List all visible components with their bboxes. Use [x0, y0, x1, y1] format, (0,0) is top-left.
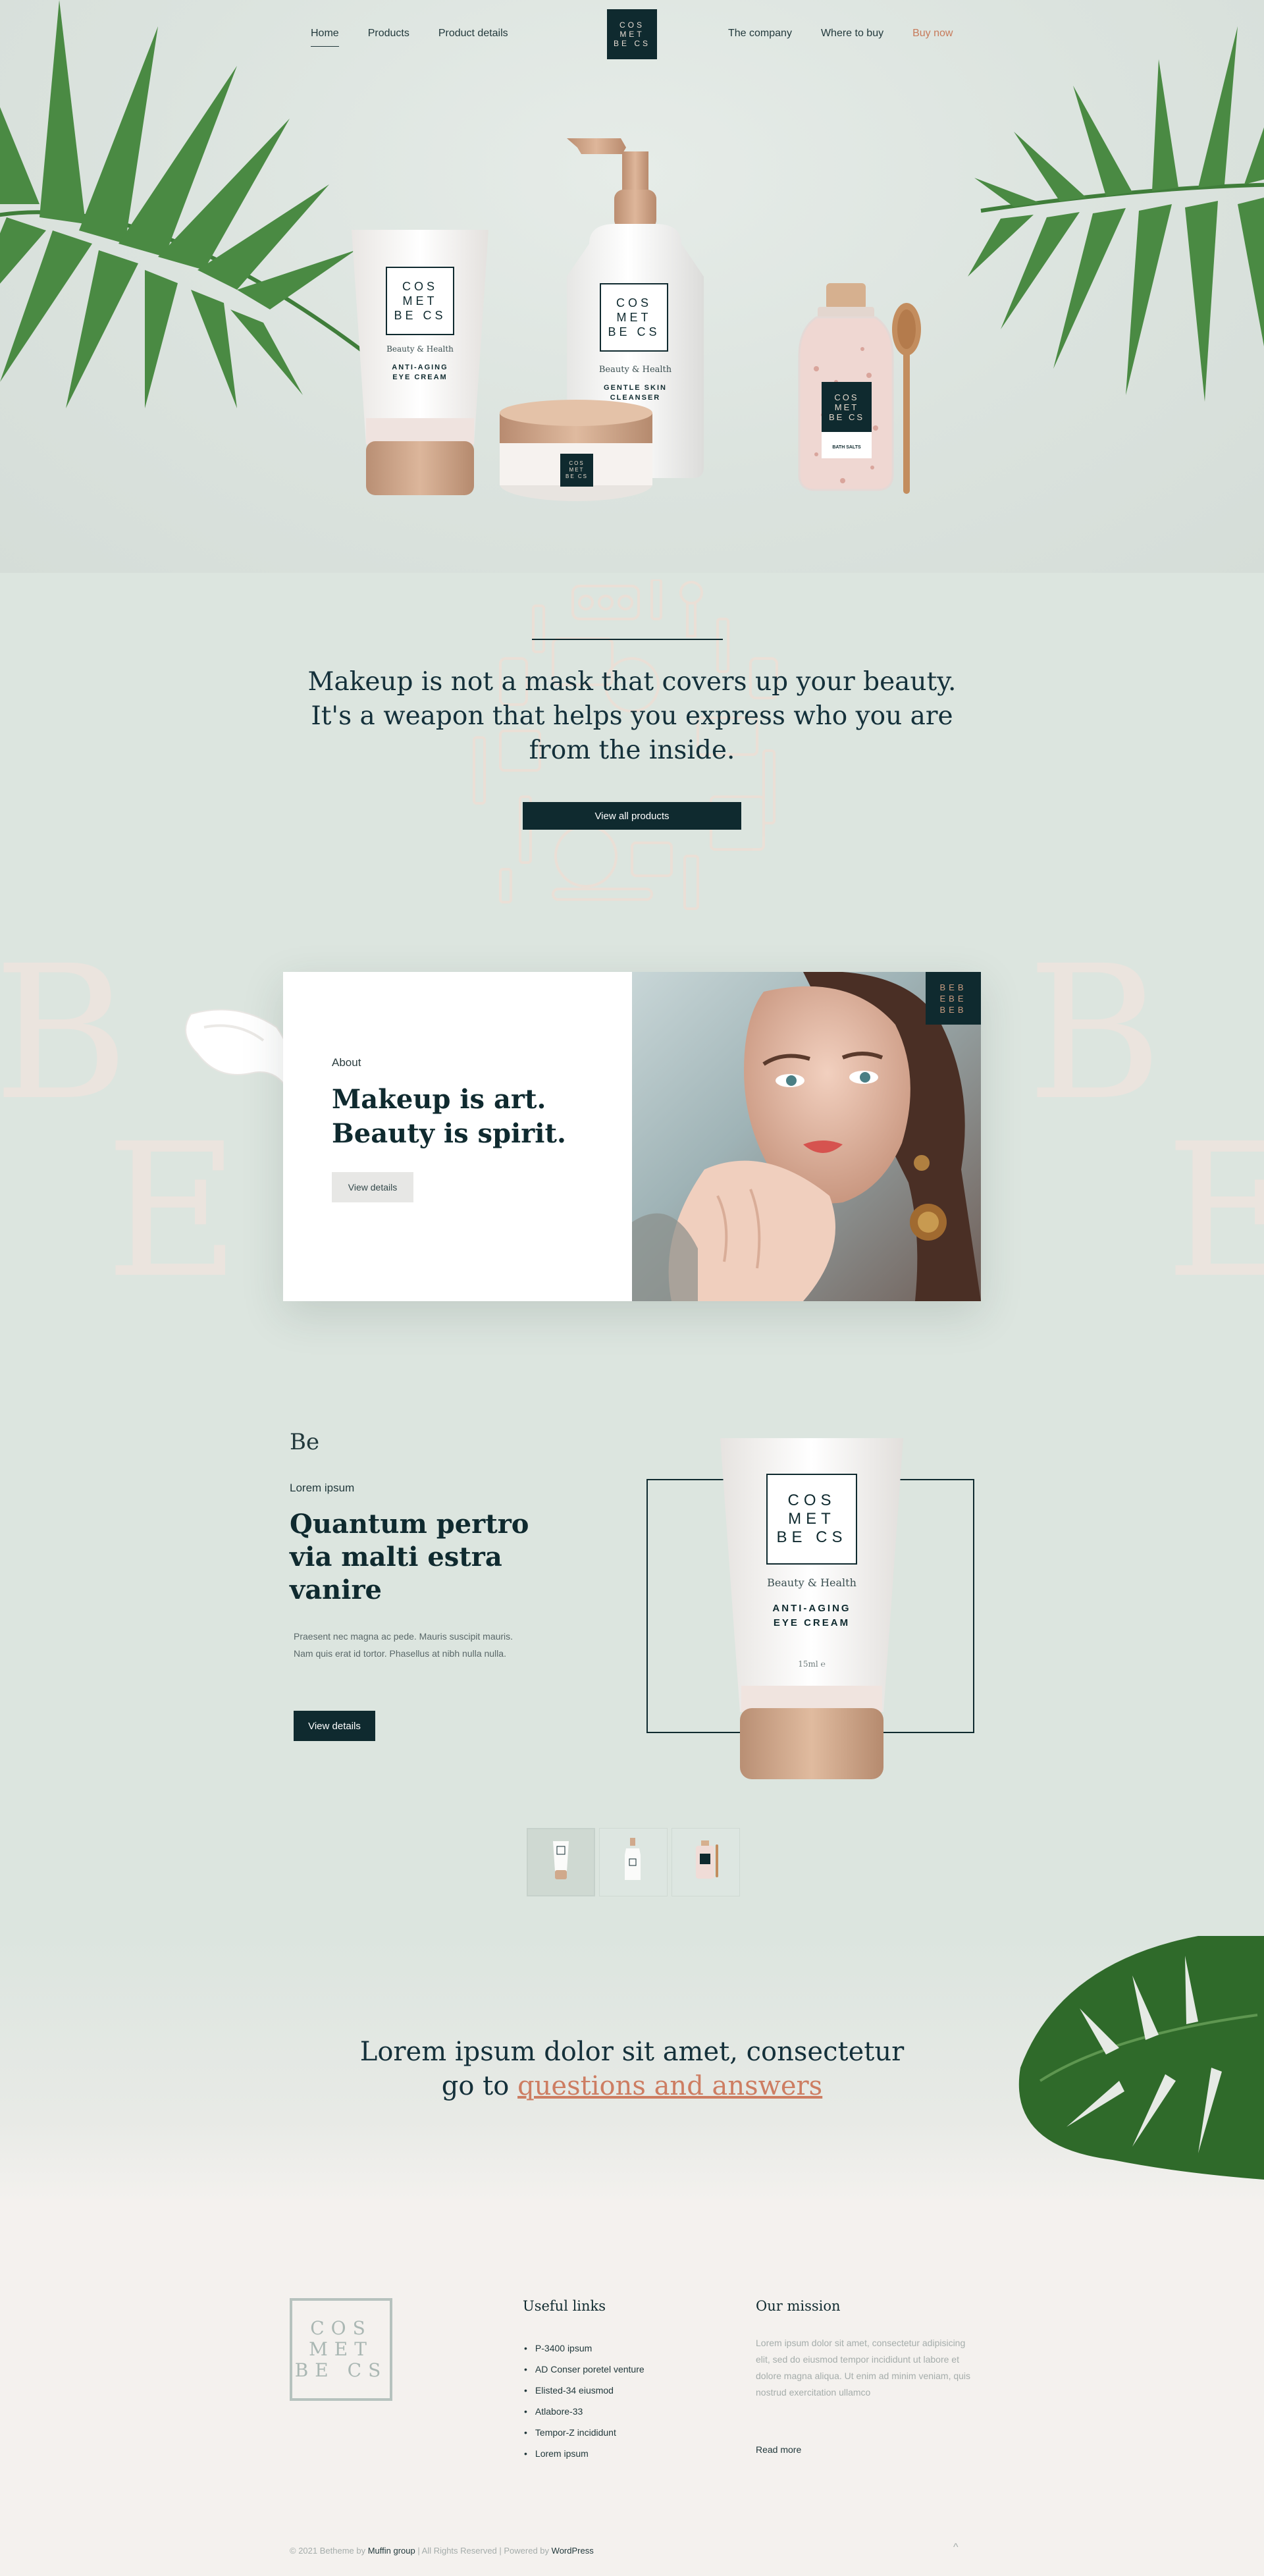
monstera-leaf	[1018, 1936, 1264, 2180]
footer-link[interactable]: P-3400 ipsum	[524, 2338, 645, 2359]
decor-letter-b-left: B	[0, 926, 129, 1141]
cta-line-1: Lorem ipsum dolor sit amet, consectetur	[359, 2037, 905, 2067]
wordpress-link[interactable]: WordPress	[552, 2546, 594, 2556]
footer-logo[interactable]: COS MET BE CS	[290, 2298, 392, 2401]
feature-be-heading: Be	[290, 1429, 320, 1455]
product-bath-salts-jar: COS MET BE CS BATH SALTS	[797, 283, 895, 494]
nav-buy-now[interactable]: Buy now	[912, 28, 953, 46]
model-portrait-image: BEB EBE BEB	[632, 972, 981, 1301]
nav-where-to-buy[interactable]: Where to buy	[821, 28, 883, 46]
about-kicker: About	[332, 1056, 361, 1069]
footer-link[interactable]: Tempor-Z incididunt	[524, 2422, 645, 2443]
bottle-brand: Beauty & Health	[598, 365, 672, 375]
tube-product-name: ANTI-AGING EYE CREAM	[392, 363, 448, 381]
back-to-top-icon[interactable]: ^	[953, 2542, 959, 2554]
footer-link[interactable]: Atlabore-33	[524, 2401, 645, 2422]
feature-tube-logo: COS MET BE CS	[766, 1474, 857, 1565]
cta-line-2: go to questions and answers	[441, 2071, 823, 2101]
footer-link[interactable]: AD Conser poretel venture	[524, 2359, 645, 2380]
feature-tube-product-1: ANTI-AGING	[772, 1603, 851, 1614]
quote-divider	[532, 639, 723, 640]
copyright: © 2021 Betheme by Muffin group | All Rig…	[290, 2546, 594, 2556]
jar-logo: COS MET BE CS	[560, 454, 593, 487]
thumbnail-salt-jar[interactable]	[672, 1828, 740, 1896]
about-card: About Makeup is art. Beauty is spirit. V…	[283, 972, 981, 1301]
hero-section: Home Products Product details COS MET BE…	[0, 0, 1264, 573]
about-title: Makeup is art. Beauty is spirit.	[332, 1084, 566, 1149]
feature-tube-brand: Beauty & Health	[767, 1576, 856, 1589]
logo-line-3: BE CS	[613, 39, 650, 48]
feature-view-details-button[interactable]: View details	[294, 1711, 375, 1741]
salt-jar-logo: COS MET BE CS	[822, 382, 872, 432]
feature-kicker: Lorem ipsum	[290, 1482, 355, 1494]
logo-line-2: MET	[619, 30, 645, 39]
cta-text: Lorem ipsum dolor sit amet, consectetur …	[303, 2035, 961, 2103]
our-mission-title: Our mission	[756, 2298, 841, 2314]
feature-tube-product-2: EYE CREAM	[773, 1617, 851, 1628]
footer-link[interactable]: Lorem ipsum	[524, 2443, 645, 2464]
thumbnail-tube[interactable]	[527, 1828, 595, 1896]
palm-leaf-right	[968, 26, 1264, 402]
useful-links-list: P-3400 ipsum AD Conser poretel venture E…	[524, 2338, 645, 2464]
faq-link[interactable]: questions and answers	[517, 2071, 822, 2101]
product-tube-eye-cream: COS MET BE CS Beauty & Health ANTI-AGING E…	[349, 227, 491, 497]
product-jar-cream: COS MET BE CS	[497, 398, 655, 504]
feature-section: Be Lorem ipsum Quantum pertro via malti …	[0, 1383, 1264, 1936]
be-badge: BEB EBE BEB	[926, 972, 981, 1025]
palm-leaf-left	[0, 0, 370, 408]
logo-line-1: COS	[619, 20, 645, 30]
useful-links-title: Useful links	[523, 2298, 606, 2314]
quote-section: Makeup is not a mask that covers up your…	[0, 573, 1264, 922]
feature-title: Quantum pertro via malti estra vanire	[290, 1509, 529, 1605]
footer: COS MET BE CS Useful links P-3400 ipsum …	[0, 2199, 1264, 2576]
quote-text: Makeup is not a mask that covers up your…	[307, 667, 957, 765]
footer-link[interactable]: Elisted-34 eiusmod	[524, 2380, 645, 2401]
nav-product-details[interactable]: Product details	[438, 28, 508, 47]
view-all-products-button[interactable]: View all products	[523, 802, 741, 830]
tube-logo: COS MET BE CS	[386, 267, 454, 335]
thumbnail-bottle[interactable]	[599, 1828, 668, 1896]
feature-product-tube: COS MET BE CS Beauty & Health ANTI-AGING E…	[718, 1436, 906, 1784]
nav-the-company[interactable]: The company	[728, 28, 792, 46]
salt-jar-label: BATH SALTS	[822, 432, 872, 458]
about-view-details-button[interactable]: View details	[332, 1172, 413, 1202]
cream-swatch	[185, 1009, 292, 1096]
decor-letter-e-right: E	[1165, 1104, 1264, 1319]
bottle-logo: COS MET BE CS	[600, 283, 668, 352]
cta-section: Lorem ipsum dolor sit amet, consectetur …	[0, 1936, 1264, 2199]
site-logo[interactable]: COS MET BE CS	[607, 9, 657, 59]
decor-letter-b-right: B	[1027, 926, 1163, 1141]
wooden-spoon	[892, 303, 921, 494]
feature-tube-volume: 15ml ℮	[798, 1659, 826, 1669]
mission-text: Lorem ipsum dolor sit amet, consectetur …	[756, 2338, 971, 2398]
nav-products[interactable]: Products	[368, 28, 409, 47]
muffin-group-link[interactable]: Muffin group	[368, 2546, 415, 2556]
product-thumbnails	[527, 1828, 740, 1896]
nav-home[interactable]: Home	[311, 28, 339, 47]
feature-paragraph: Praesent nec magna ac pede. Mauris susci…	[294, 1631, 514, 1659]
about-section: B E B E About Makeup is art. Beauty is s…	[0, 922, 1264, 1383]
decor-letter-e-left: E	[105, 1104, 240, 1319]
read-more-link[interactable]: Read more	[756, 2444, 801, 2455]
tube-brand: Beauty & Health	[386, 344, 454, 354]
